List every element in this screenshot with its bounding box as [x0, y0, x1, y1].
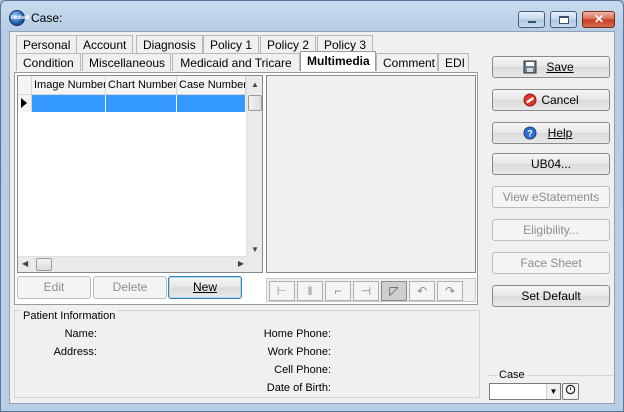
case-label: Case: [497, 369, 527, 381]
multimedia-panel: Image Number Chart Number Case Number ▲ …: [14, 72, 478, 305]
scroll-up-icon[interactable]: ▲: [251, 80, 259, 89]
help-button[interactable]: ? Help: [492, 122, 610, 144]
column-image-number[interactable]: Image Number: [32, 76, 106, 94]
rotate-left-icon[interactable]: ↶: [409, 281, 435, 301]
scroll-thumb[interactable]: [248, 95, 262, 111]
tab-edi[interactable]: EDI: [438, 53, 469, 71]
table-row[interactable]: [18, 95, 248, 112]
tab-personal[interactable]: Personal: [16, 35, 78, 53]
column-case-number[interactable]: Case Number: [177, 76, 246, 94]
cell-image-number[interactable]: [32, 95, 106, 112]
crop-icon[interactable]: ⌐: [325, 281, 351, 301]
tab-comment[interactable]: Comment: [376, 53, 438, 71]
eligibility-button[interactable]: Eligibility...: [492, 219, 610, 241]
grid-header-corner: [18, 76, 32, 94]
work-phone-label: Work Phone:: [267, 346, 331, 358]
minimize-button[interactable]: [518, 11, 545, 28]
tab-diagnosis[interactable]: Diagnosis: [136, 35, 203, 53]
help-label: Help: [547, 126, 573, 140]
tab-policy-1[interactable]: Policy 1: [203, 35, 260, 53]
minimize-icon: [528, 21, 536, 23]
row-indicator: [18, 95, 32, 112]
maximize-button[interactable]: [550, 11, 577, 28]
images-grid[interactable]: Image Number Chart Number Case Number ▲ …: [17, 75, 263, 273]
pause-icon[interactable]: ‖: [297, 281, 323, 301]
image-viewer: [266, 75, 476, 273]
case-search-button[interactable]: [562, 383, 579, 400]
patient-information-group: Patient Information Name: Address: Home …: [14, 310, 480, 398]
scroll-left-icon[interactable]: ◀: [22, 259, 28, 268]
cancel-label: Cancel: [541, 93, 579, 107]
case-window: Medisoft Case: ✕ Personal Account Diagno…: [0, 0, 624, 412]
chevron-down-icon[interactable]: ▼: [546, 384, 560, 399]
close-button[interactable]: ✕: [582, 11, 615, 28]
column-chart-number[interactable]: Chart Number: [106, 76, 177, 94]
last-icon[interactable]: ⊣: [353, 281, 379, 301]
tab-multimedia[interactable]: Multimedia: [300, 51, 376, 71]
cell-case-number[interactable]: [177, 95, 246, 112]
cancel-button[interactable]: Cancel: [492, 89, 610, 111]
app-logo-icon: Medisoft: [9, 10, 29, 26]
tab-condition[interactable]: Condition: [16, 53, 81, 71]
svg-text:?: ?: [527, 129, 533, 139]
ub04-button[interactable]: UB04...: [492, 153, 610, 175]
name-label: Name:: [64, 328, 97, 340]
face-sheet-button[interactable]: Face Sheet: [492, 252, 610, 274]
edit-button[interactable]: Edit: [17, 276, 91, 299]
cell-chart-number[interactable]: [106, 95, 177, 112]
image-toolbar: ⊢ ‖ ⌐ ⊣ ◸ ↶ ↷: [266, 278, 476, 302]
tab-account[interactable]: Account: [76, 35, 134, 53]
new-button[interactable]: New: [168, 276, 242, 299]
cell-phone-label: Cell Phone:: [274, 364, 331, 376]
save-icon: [523, 60, 537, 74]
tab-medicaid-tricare[interactable]: Medicaid and Tricare: [172, 53, 300, 71]
address-label: Address:: [53, 346, 97, 358]
set-default-button[interactable]: Set Default: [492, 285, 610, 307]
save-label: Save: [546, 60, 574, 74]
tab-miscellaneous[interactable]: Miscellaneous: [82, 53, 171, 71]
scroll-right-icon[interactable]: ▶: [238, 259, 244, 268]
select-icon[interactable]: ◸: [381, 281, 407, 301]
patient-information-legend: Patient Information: [21, 310, 118, 322]
title-bar[interactable]: Medisoft Case: ✕: [1, 1, 623, 31]
first-icon[interactable]: ⊢: [269, 281, 295, 301]
cancel-icon: [523, 93, 537, 107]
scroll-thumb[interactable]: [36, 258, 52, 271]
maximize-icon: [559, 16, 569, 24]
scrollbar-corner: [246, 256, 262, 272]
delete-button[interactable]: Delete: [93, 276, 167, 299]
close-icon: ✕: [594, 12, 605, 26]
help-icon: ?: [523, 126, 537, 140]
rotate-right-icon[interactable]: ↷: [437, 281, 463, 301]
date-of-birth-label: Date of Birth:: [266, 382, 331, 394]
scroll-down-icon[interactable]: ▼: [251, 245, 259, 254]
window-title: Case:: [31, 11, 63, 25]
save-button[interactable]: Save: [492, 56, 610, 78]
case-dropdown[interactable]: ▼: [489, 383, 561, 400]
view-estatements-button[interactable]: View eStatements: [492, 186, 610, 208]
client-area: Personal Account Diagnosis Policy 1 Poli…: [9, 31, 615, 404]
current-row-arrow-icon: [21, 98, 27, 108]
grid-vertical-scrollbar[interactable]: ▲ ▼: [246, 76, 262, 256]
grid-horizontal-scrollbar[interactable]: ◀ ▶: [18, 256, 248, 272]
home-phone-label: Home Phone:: [263, 328, 331, 340]
grid-header: Image Number Chart Number Case Number: [18, 76, 248, 95]
search-icon: [565, 384, 576, 395]
